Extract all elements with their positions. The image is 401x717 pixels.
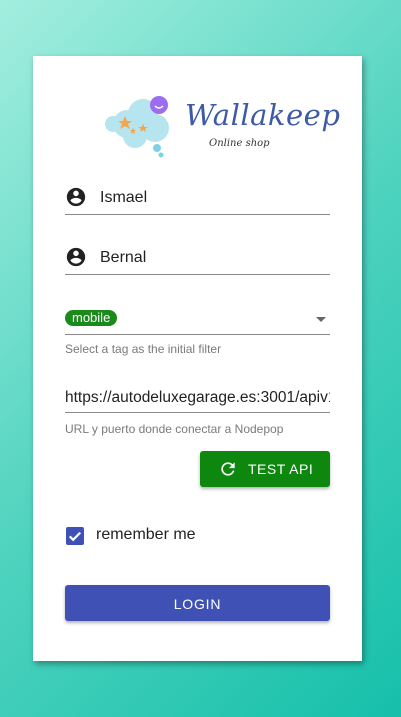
account-circle-icon xyxy=(66,187,86,207)
remember-me-label[interactable]: remember me xyxy=(96,526,196,544)
last-name-value: Bernal xyxy=(100,249,147,266)
last-name-field[interactable]: Bernal xyxy=(65,246,330,275)
tag-helper-text: Select a tag as the initial filter xyxy=(65,342,222,356)
check-icon xyxy=(68,531,82,542)
tag-select[interactable]: mobile xyxy=(65,308,330,335)
refresh-icon xyxy=(221,462,235,476)
login-label: LOGIN xyxy=(173,596,222,612)
account-circle-icon xyxy=(66,247,86,267)
api-url-helper-text: URL y puerto donde conectar a Nodepop xyxy=(65,422,284,436)
login-card: Wallakeep Online shop Ismael Bernal mobi… xyxy=(33,56,362,661)
brand-name: Wallakeep xyxy=(185,98,341,132)
remember-me-checkbox[interactable] xyxy=(66,527,84,545)
test-api-button[interactable]: TEST API xyxy=(200,451,330,487)
tag-chip[interactable]: mobile xyxy=(65,310,118,326)
caret-down-icon[interactable] xyxy=(316,317,326,322)
api-url-input[interactable]: https://autodeluxegarage.es:3001/apiv1 xyxy=(65,386,330,413)
first-name-field[interactable]: Ismael xyxy=(65,186,330,215)
first-name-value: Ismael xyxy=(100,189,148,206)
test-api-label: TEST API xyxy=(248,461,314,477)
login-button[interactable]: LOGIN xyxy=(65,585,330,621)
api-url-value: https://autodeluxegarage.es:3001/apiv1 xyxy=(65,389,330,406)
brand-tagline: Online shop xyxy=(209,138,270,149)
